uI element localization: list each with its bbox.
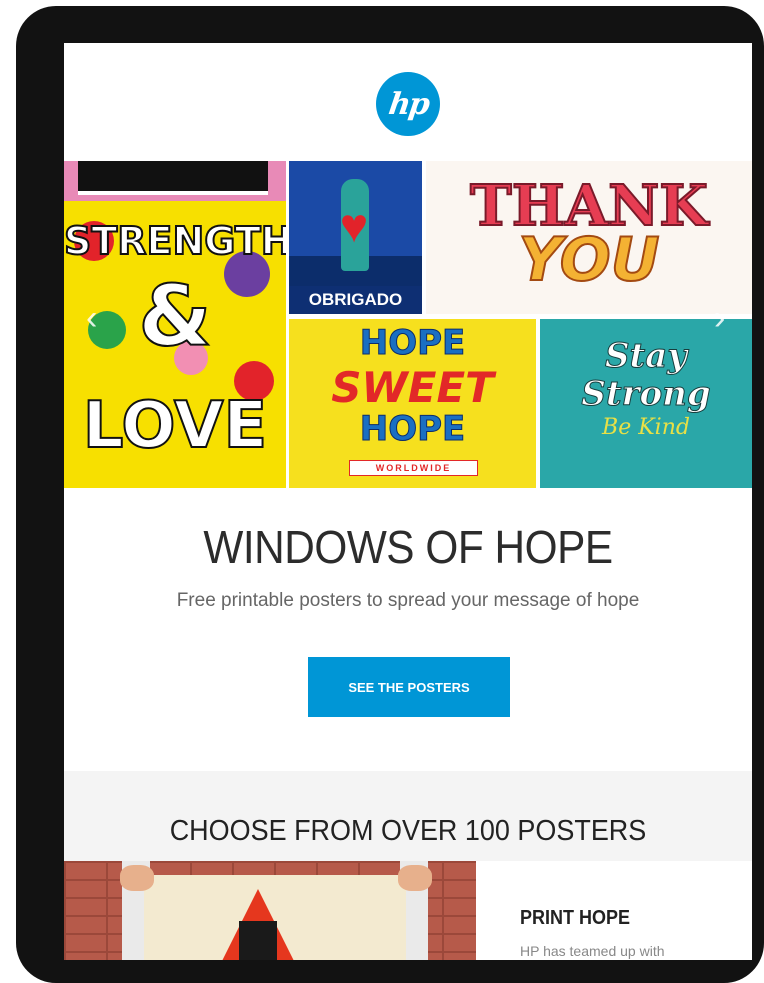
header: hp (64, 43, 752, 161)
poster-word-be-kind: Be Kind (602, 415, 690, 440)
heart-icon: ♥ (339, 200, 369, 253)
chevron-right-icon[interactable]: › (714, 301, 725, 335)
poster-strip-text: WORLDWIDE (375, 463, 452, 473)
chevron-left-icon[interactable]: ‹ (86, 301, 97, 335)
poster-word-strong: Strong (581, 374, 711, 414)
poster-word-you: YOU (517, 224, 660, 296)
logo-text: hp (386, 86, 430, 122)
poster-obrigado[interactable]: ♥ OBRIGADO (289, 161, 422, 314)
hero-title: WINDOWS OF HOPE (203, 521, 613, 573)
poster-carousel[interactable]: STRENGTH & LOVE ♥ OBRIGADO THANK YOU HOP… (64, 161, 752, 488)
poster-hope-sweet-hope[interactable]: HOPE SWEET HOPE WORLDWIDE (289, 319, 536, 488)
hand-right (398, 865, 432, 891)
poster-thank-you[interactable]: THANK YOU (426, 161, 752, 314)
hero-subtitle: Free printable posters to spread your me… (176, 590, 640, 611)
poster-word-strength: STRENGTH (64, 218, 286, 264)
email-screen: hp STRENGTH & LOVE ♥ OBRIGADO THANK YOU … (64, 43, 752, 960)
poster-top-band (64, 161, 286, 201)
hp-logo-icon[interactable]: hp (376, 72, 440, 136)
see-posters-button[interactable]: SEE THE POSTERS (308, 657, 510, 717)
poster-photo[interactable] (64, 861, 476, 960)
poster-strip: WORLDWIDE (349, 460, 478, 476)
tablet-frame: hp STRENGTH & LOVE ♥ OBRIGADO THANK YOU … (16, 6, 764, 983)
print-hope-card: PRINT HOPE HP has teamed up with (476, 861, 752, 960)
lotus-center (239, 921, 277, 960)
poster-word-hope: HOPE (359, 323, 466, 364)
poster-word-sweet: SWEET (331, 363, 494, 412)
poster-caption: OBRIGADO (289, 286, 422, 314)
poster-word-hope: HOPE (359, 409, 466, 450)
poster-words-stay-strong: Stay Strong (540, 336, 752, 414)
poster-word-love: LOVE (82, 388, 268, 464)
poster-stay-strong[interactable]: Stay Strong Be Kind (540, 319, 752, 488)
posters-section: CHOOSE FROM OVER 100 POSTERS PRINT HOPE … (64, 771, 752, 960)
hand-left (120, 865, 154, 891)
print-hope-body: HP has teamed up with (520, 943, 665, 959)
print-hope-title: PRINT HOPE (520, 907, 631, 929)
poster-word-stay: Stay (604, 336, 688, 376)
section-title: CHOOSE FROM OVER 100 POSTERS (169, 815, 647, 847)
